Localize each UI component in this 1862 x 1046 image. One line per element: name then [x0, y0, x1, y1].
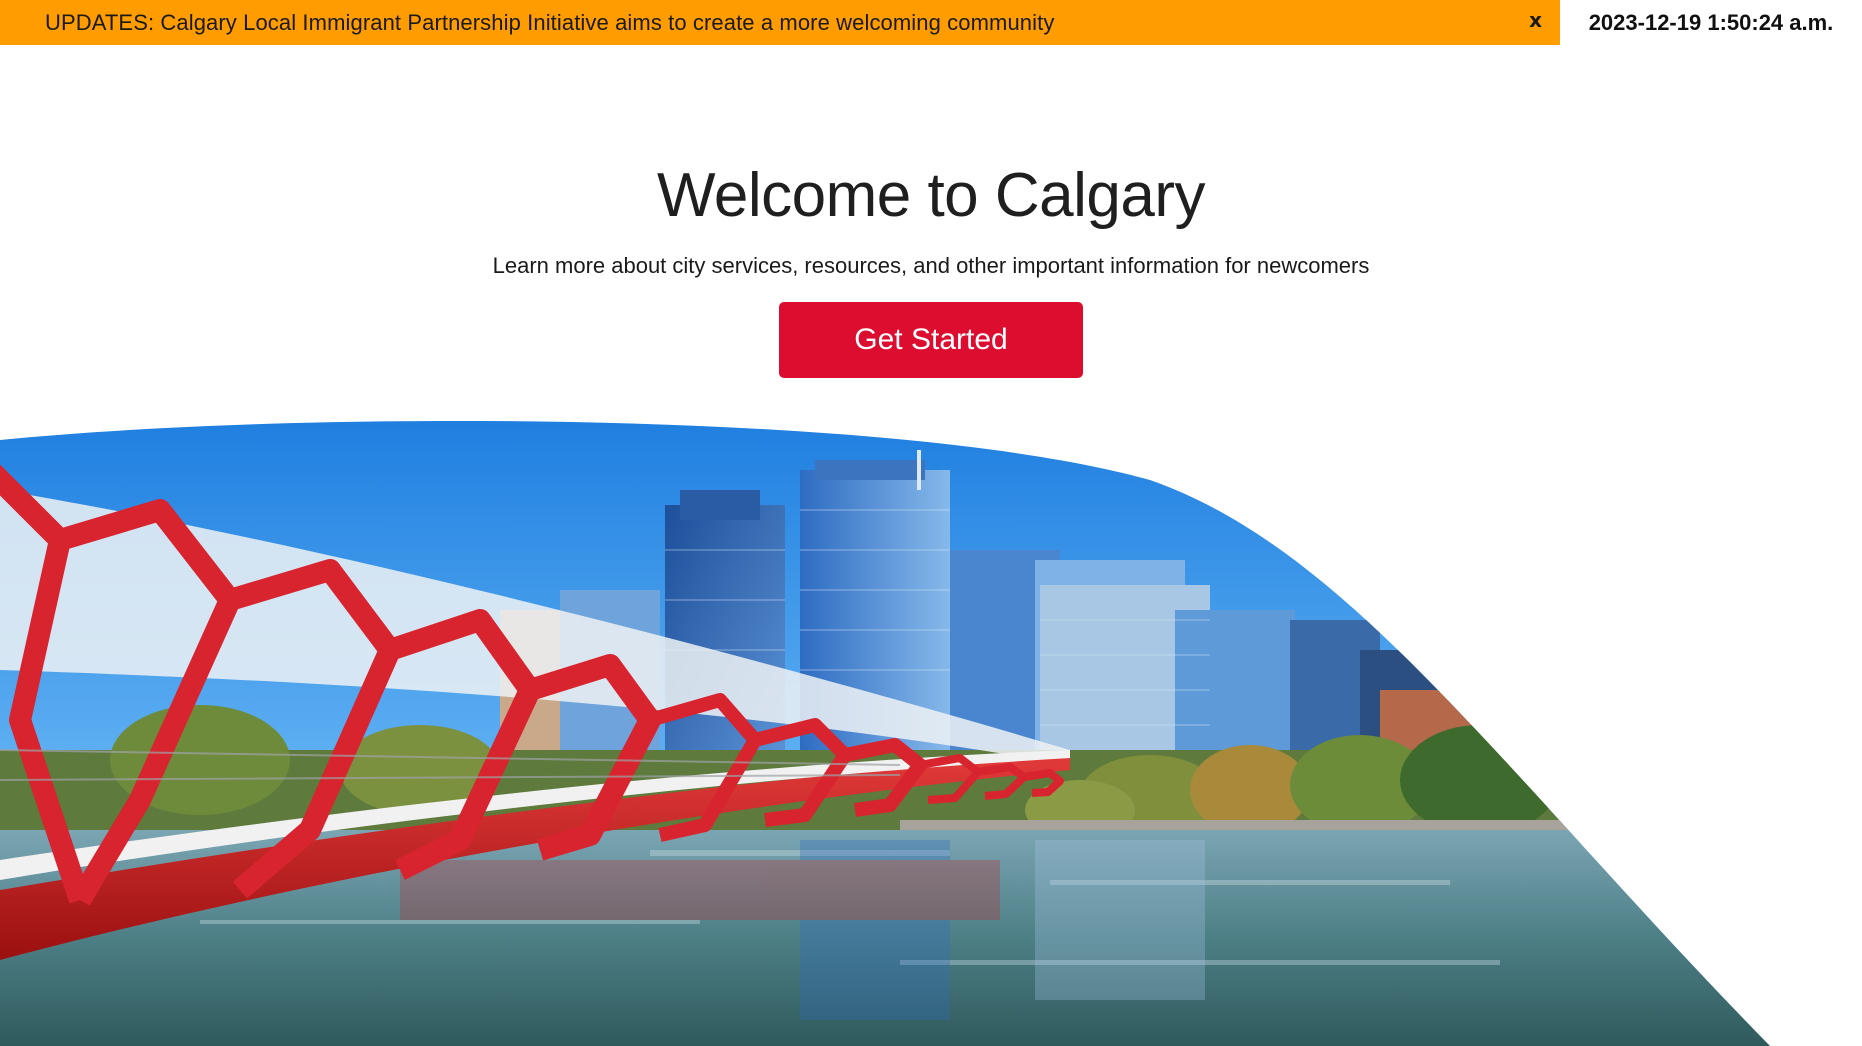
updates-banner[interactable]: UPDATES: Calgary Local Immigrant Partner… — [0, 0, 1560, 45]
close-icon[interactable]: x — [1529, 8, 1542, 32]
page: UPDATES: Calgary Local Immigrant Partner… — [0, 0, 1862, 1046]
get-started-button[interactable]: Get Started — [779, 302, 1083, 378]
page-title: Welcome to Calgary — [656, 161, 1206, 230]
hero-photo — [0, 420, 1770, 1046]
datetime-display: 2023-12-19 1:50:24 a.m. — [1560, 0, 1862, 45]
updates-banner-text[interactable]: UPDATES: Calgary Local Immigrant Partner… — [45, 10, 1054, 36]
hero-subtitle: Learn more about city services, resource… — [492, 253, 1370, 278]
top-bar: UPDATES: Calgary Local Immigrant Partner… — [0, 0, 1862, 45]
hero-section: Welcome to Calgary Learn more about city… — [0, 160, 1862, 378]
